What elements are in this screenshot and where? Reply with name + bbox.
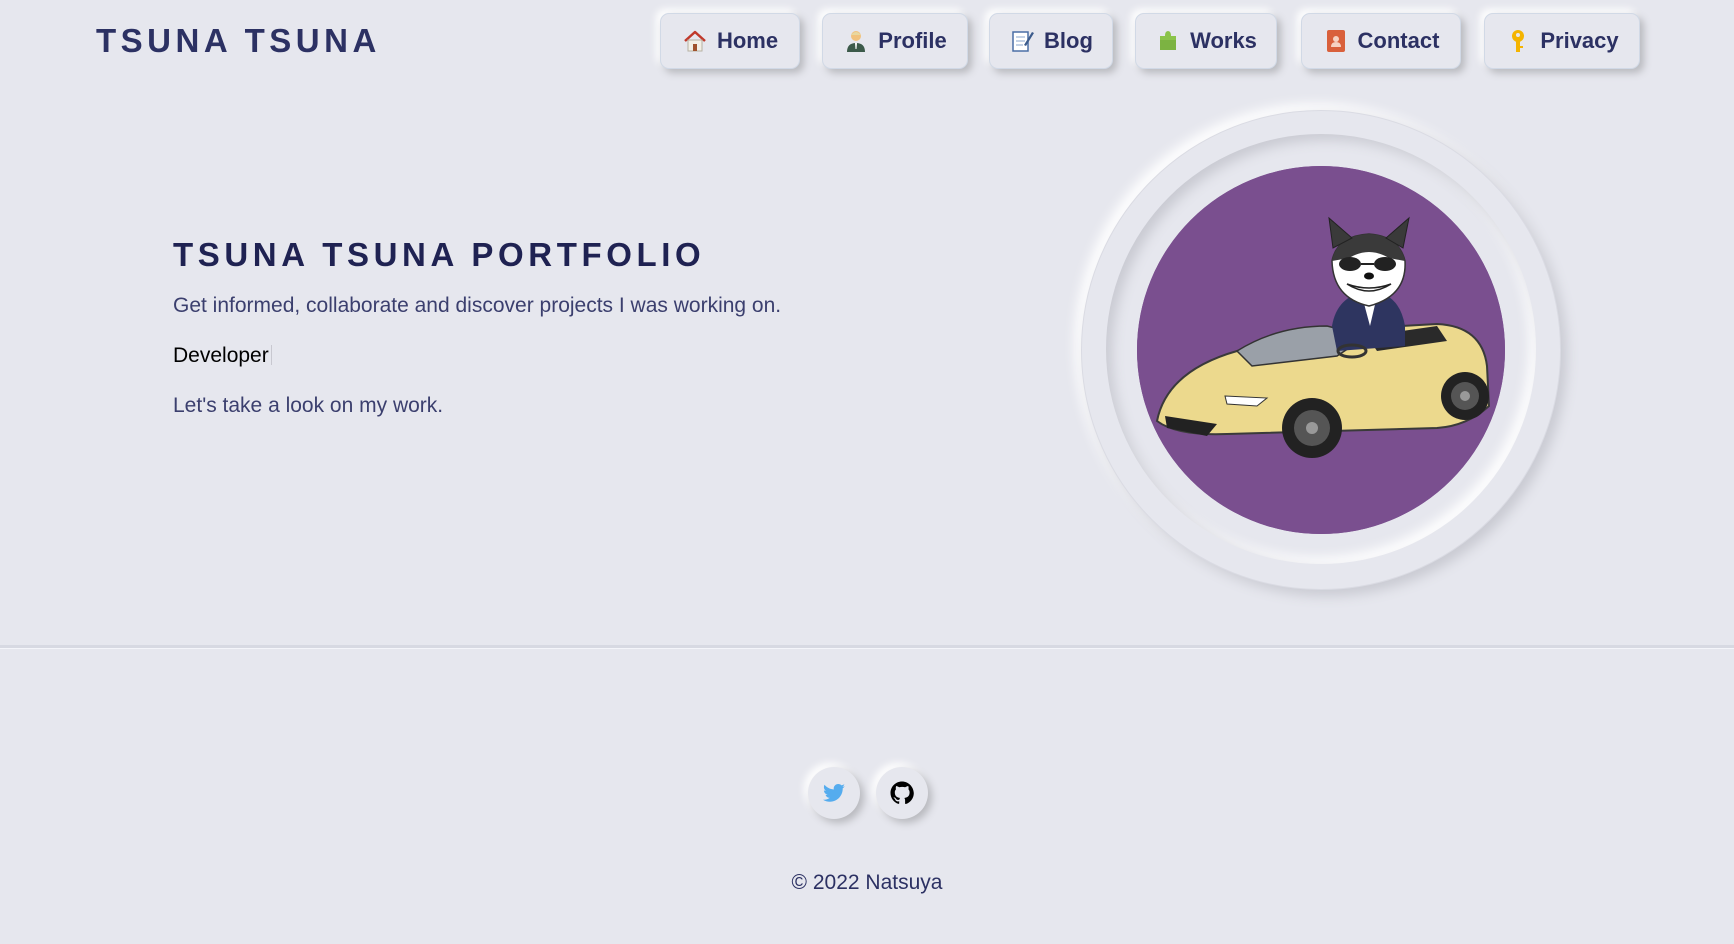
nav-works-button[interactable]: Works	[1135, 13, 1277, 69]
github-icon	[890, 781, 914, 805]
section-divider	[0, 645, 1734, 648]
nav-blog-button[interactable]: Blog	[989, 13, 1113, 69]
nav-privacy-button[interactable]: Privacy	[1484, 13, 1640, 69]
twitter-button[interactable]	[808, 767, 860, 819]
avatar	[1137, 166, 1505, 534]
copyright: © 2022 Natsuya	[791, 871, 943, 894]
github-button[interactable]	[876, 767, 928, 819]
hero-cta: Let's take a look on my work.	[173, 394, 444, 417]
house-icon	[684, 30, 706, 52]
puzzle-icon	[1160, 31, 1177, 50]
typing-caret	[270, 345, 272, 365]
memo-icon	[1012, 31, 1035, 52]
key-icon	[1512, 30, 1525, 52]
nav-home-button[interactable]: Home	[660, 13, 800, 69]
role-text: Developer	[173, 344, 269, 367]
nav-works-label: Works	[1190, 28, 1257, 53]
hero-role: Developer	[173, 344, 272, 368]
nav-profile-label: Profile	[878, 28, 947, 53]
hero-title: TSUNA TSUNA PORTFOLIO	[173, 236, 706, 273]
address-book-icon	[1326, 30, 1345, 52]
nav-home-label: Home	[716, 28, 779, 53]
hero-subtitle: Get informed, collaborate and discover p…	[173, 294, 782, 317]
nav-privacy-label: Privacy	[1540, 28, 1619, 53]
twitter-icon	[823, 784, 845, 802]
nav-contact-label: Contact	[1357, 28, 1440, 53]
person-icon	[847, 31, 866, 52]
nav-blog-label: Blog	[1044, 28, 1093, 53]
nav-contact-button[interactable]: Contact	[1301, 13, 1461, 69]
page: TSUNA TSUNA Home Profile Blog Works Cont…	[0, 0, 1734, 944]
husky-car-illustration	[1137, 166, 1505, 534]
nav-profile-button[interactable]: Profile	[822, 13, 968, 69]
site-brand[interactable]: TSUNA TSUNA	[96, 22, 381, 60]
